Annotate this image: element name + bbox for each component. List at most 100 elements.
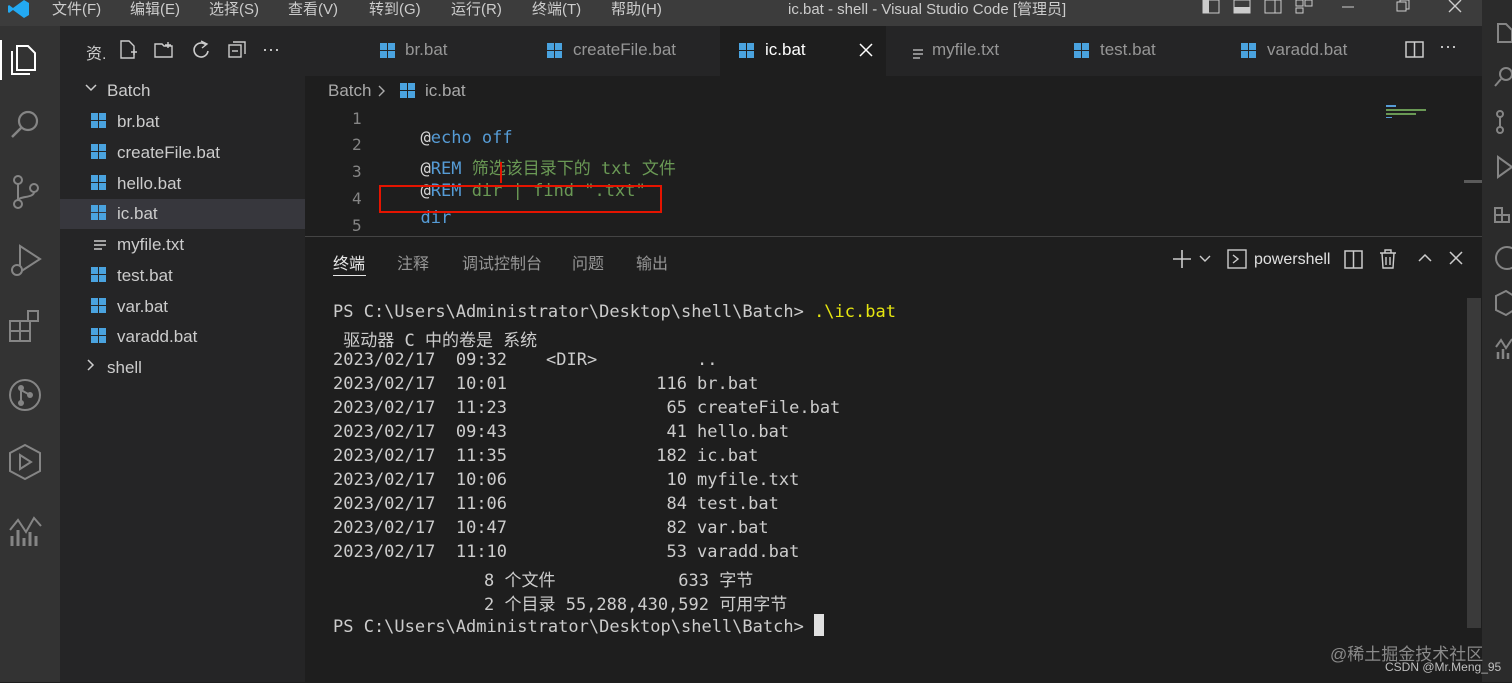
- chevron-down-icon[interactable]: [1198, 251, 1212, 272]
- toggle-panel-icon[interactable]: [1233, 0, 1251, 19]
- entry-time: 11:23: [455, 398, 508, 418]
- tab-ic-bat[interactable]: ic.bat: [720, 26, 886, 76]
- entry-time: 10:47: [455, 518, 508, 538]
- prompt-text: PS C:\Users\Administrator\Desktop\shell\…: [333, 617, 804, 637]
- refresh-icon[interactable]: [191, 40, 211, 65]
- chevron-right-icon: [84, 355, 98, 380]
- terminal-prompt-line: PS C:\Users\Administrator\Desktop\shell\…: [333, 302, 896, 322]
- panel-tab-problems[interactable]: 问题: [572, 250, 604, 274]
- folder-batch[interactable]: Batch: [60, 76, 305, 106]
- entry-name: br.bat: [697, 374, 759, 394]
- chevron-down-icon: [84, 78, 98, 103]
- panel-tab-comments[interactable]: 注释: [397, 250, 429, 274]
- entry-time: 09:43: [455, 422, 508, 442]
- remote-explorer-icon[interactable]: [6, 442, 46, 482]
- dir-entry: 2023/02/17 11:06 84 test.bat: [333, 494, 779, 514]
- tab-myfile-txt[interactable]: myfile.txt: [892, 26, 1057, 76]
- extensions-icon[interactable]: [6, 307, 46, 347]
- trash-icon[interactable]: [1379, 249, 1397, 274]
- panel-tab-debug-console[interactable]: 调试控制台: [462, 250, 542, 274]
- editor-more-actions-icon[interactable]: ⋯: [1439, 37, 1457, 58]
- entry-time: 09:32: [455, 350, 508, 370]
- menu-selection[interactable]: 选择(S): [209, 0, 259, 19]
- menu-edit[interactable]: 编辑(E): [130, 0, 180, 19]
- timeline-chart-icon[interactable]: [6, 510, 46, 550]
- run-debug-icon[interactable]: [6, 240, 46, 280]
- windows-logo-icon: [380, 43, 396, 59]
- file-item-myfile[interactable]: myfile.txt: [60, 230, 305, 260]
- tab-br-bat[interactable]: br.bat: [360, 26, 530, 76]
- new-folder-icon[interactable]: [154, 40, 176, 65]
- pipe-highlight: [500, 162, 502, 183]
- editor-scrollbar[interactable]: [1464, 180, 1482, 183]
- menu-go[interactable]: 转到(G): [369, 0, 421, 19]
- search-icon[interactable]: [6, 105, 46, 145]
- menu-file[interactable]: 文件(F): [52, 0, 101, 19]
- windows-logo-icon: [91, 205, 107, 221]
- explorer-icon: [1494, 22, 1512, 49]
- file-item-test[interactable]: test.bat: [60, 261, 305, 291]
- toggle-secondary-sidebar-icon[interactable]: [1264, 0, 1282, 19]
- panel-tab-output[interactable]: 输出: [636, 250, 668, 274]
- tab-test-bat[interactable]: test.bat: [1057, 26, 1222, 76]
- git-graph-icon[interactable]: [6, 375, 46, 415]
- file-item-hello[interactable]: hello.bat: [60, 169, 305, 199]
- tab-label: createFile.bat: [573, 40, 676, 59]
- csdn-watermark: CSDN @Mr.Meng_95: [1385, 660, 1502, 674]
- breadcrumb-folder[interactable]: Batch: [328, 81, 371, 101]
- file-item-varadd[interactable]: varadd.bat: [60, 322, 305, 352]
- terminal-prompt-line[interactable]: PS C:\Users\Administrator\Desktop\shell\…: [333, 614, 825, 637]
- line-number: 5: [352, 216, 362, 235]
- windows-logo-icon: [91, 175, 107, 191]
- terminal-scrollbar[interactable]: [1467, 298, 1481, 628]
- breadcrumb-file[interactable]: ic.bat: [425, 81, 466, 101]
- file-label: varadd.bat: [117, 327, 198, 346]
- tab-varadd-bat[interactable]: varadd.bat: [1222, 26, 1387, 76]
- menu-terminal[interactable]: 终端(T): [532, 0, 581, 19]
- file-item-var[interactable]: var.bat: [60, 292, 305, 322]
- entry-size: 53: [666, 542, 687, 562]
- file-item-br[interactable]: br.bat: [60, 107, 305, 137]
- windows-logo-icon: [91, 267, 107, 283]
- text-file-icon: [912, 45, 924, 65]
- more-actions-icon[interactable]: ⋯: [262, 40, 280, 61]
- entry-name: ..: [697, 350, 718, 370]
- toggle-sidebar-icon[interactable]: [1202, 0, 1220, 19]
- dir-entry: 2023/02/17 10:06 10 myfile.txt: [333, 470, 799, 490]
- source-control-icon[interactable]: [6, 172, 46, 212]
- minimize-icon[interactable]: [1340, 0, 1356, 19]
- new-file-icon[interactable]: [118, 40, 138, 65]
- minimap[interactable]: [1385, 104, 1465, 118]
- entry-size: <DIR>: [546, 350, 598, 370]
- entry-size: 84: [666, 494, 687, 514]
- tab-label: myfile.txt: [932, 40, 1000, 59]
- breadcrumb-chevron-icon: [377, 83, 387, 104]
- split-editor-icon[interactable]: [1405, 40, 1425, 65]
- menu-help[interactable]: 帮助(H): [611, 0, 662, 19]
- menu-view[interactable]: 查看(V): [288, 0, 338, 19]
- close-tab-icon[interactable]: [859, 42, 873, 62]
- file-item-createfile[interactable]: createFile.bat: [60, 138, 305, 168]
- close-window-icon[interactable]: [1447, 0, 1463, 19]
- new-terminal-icon[interactable]: [1172, 249, 1192, 274]
- close-panel-icon[interactable]: [1449, 251, 1463, 270]
- entry-size: 182: [656, 446, 687, 466]
- tab-createfile-bat[interactable]: createFile.bat: [530, 26, 720, 76]
- file-item-ic[interactable]: ic.bat: [60, 199, 305, 229]
- folder-shell[interactable]: shell: [60, 353, 305, 383]
- dir-entry: 2023/02/17 11:23 65 createFile.bat: [333, 398, 840, 418]
- maximize-panel-icon[interactable]: [1417, 251, 1433, 270]
- terminal-name[interactable]: powershell: [1254, 251, 1330, 269]
- panel-tab-terminal[interactable]: 终端: [333, 250, 365, 274]
- customize-layout-icon[interactable]: [1295, 0, 1313, 19]
- windows-logo-icon: [739, 43, 755, 59]
- collapse-all-icon[interactable]: [227, 40, 247, 65]
- entry-date: 2023/02/17: [333, 542, 436, 562]
- split-terminal-icon[interactable]: [1344, 250, 1364, 275]
- extensions-icon: [1494, 200, 1512, 229]
- menu-run[interactable]: 运行(R): [451, 0, 502, 19]
- explorer-icon[interactable]: [6, 40, 46, 80]
- command-text: .\ic.bat: [814, 302, 896, 322]
- restore-icon[interactable]: [1395, 0, 1411, 19]
- line-number: 1: [352, 109, 362, 128]
